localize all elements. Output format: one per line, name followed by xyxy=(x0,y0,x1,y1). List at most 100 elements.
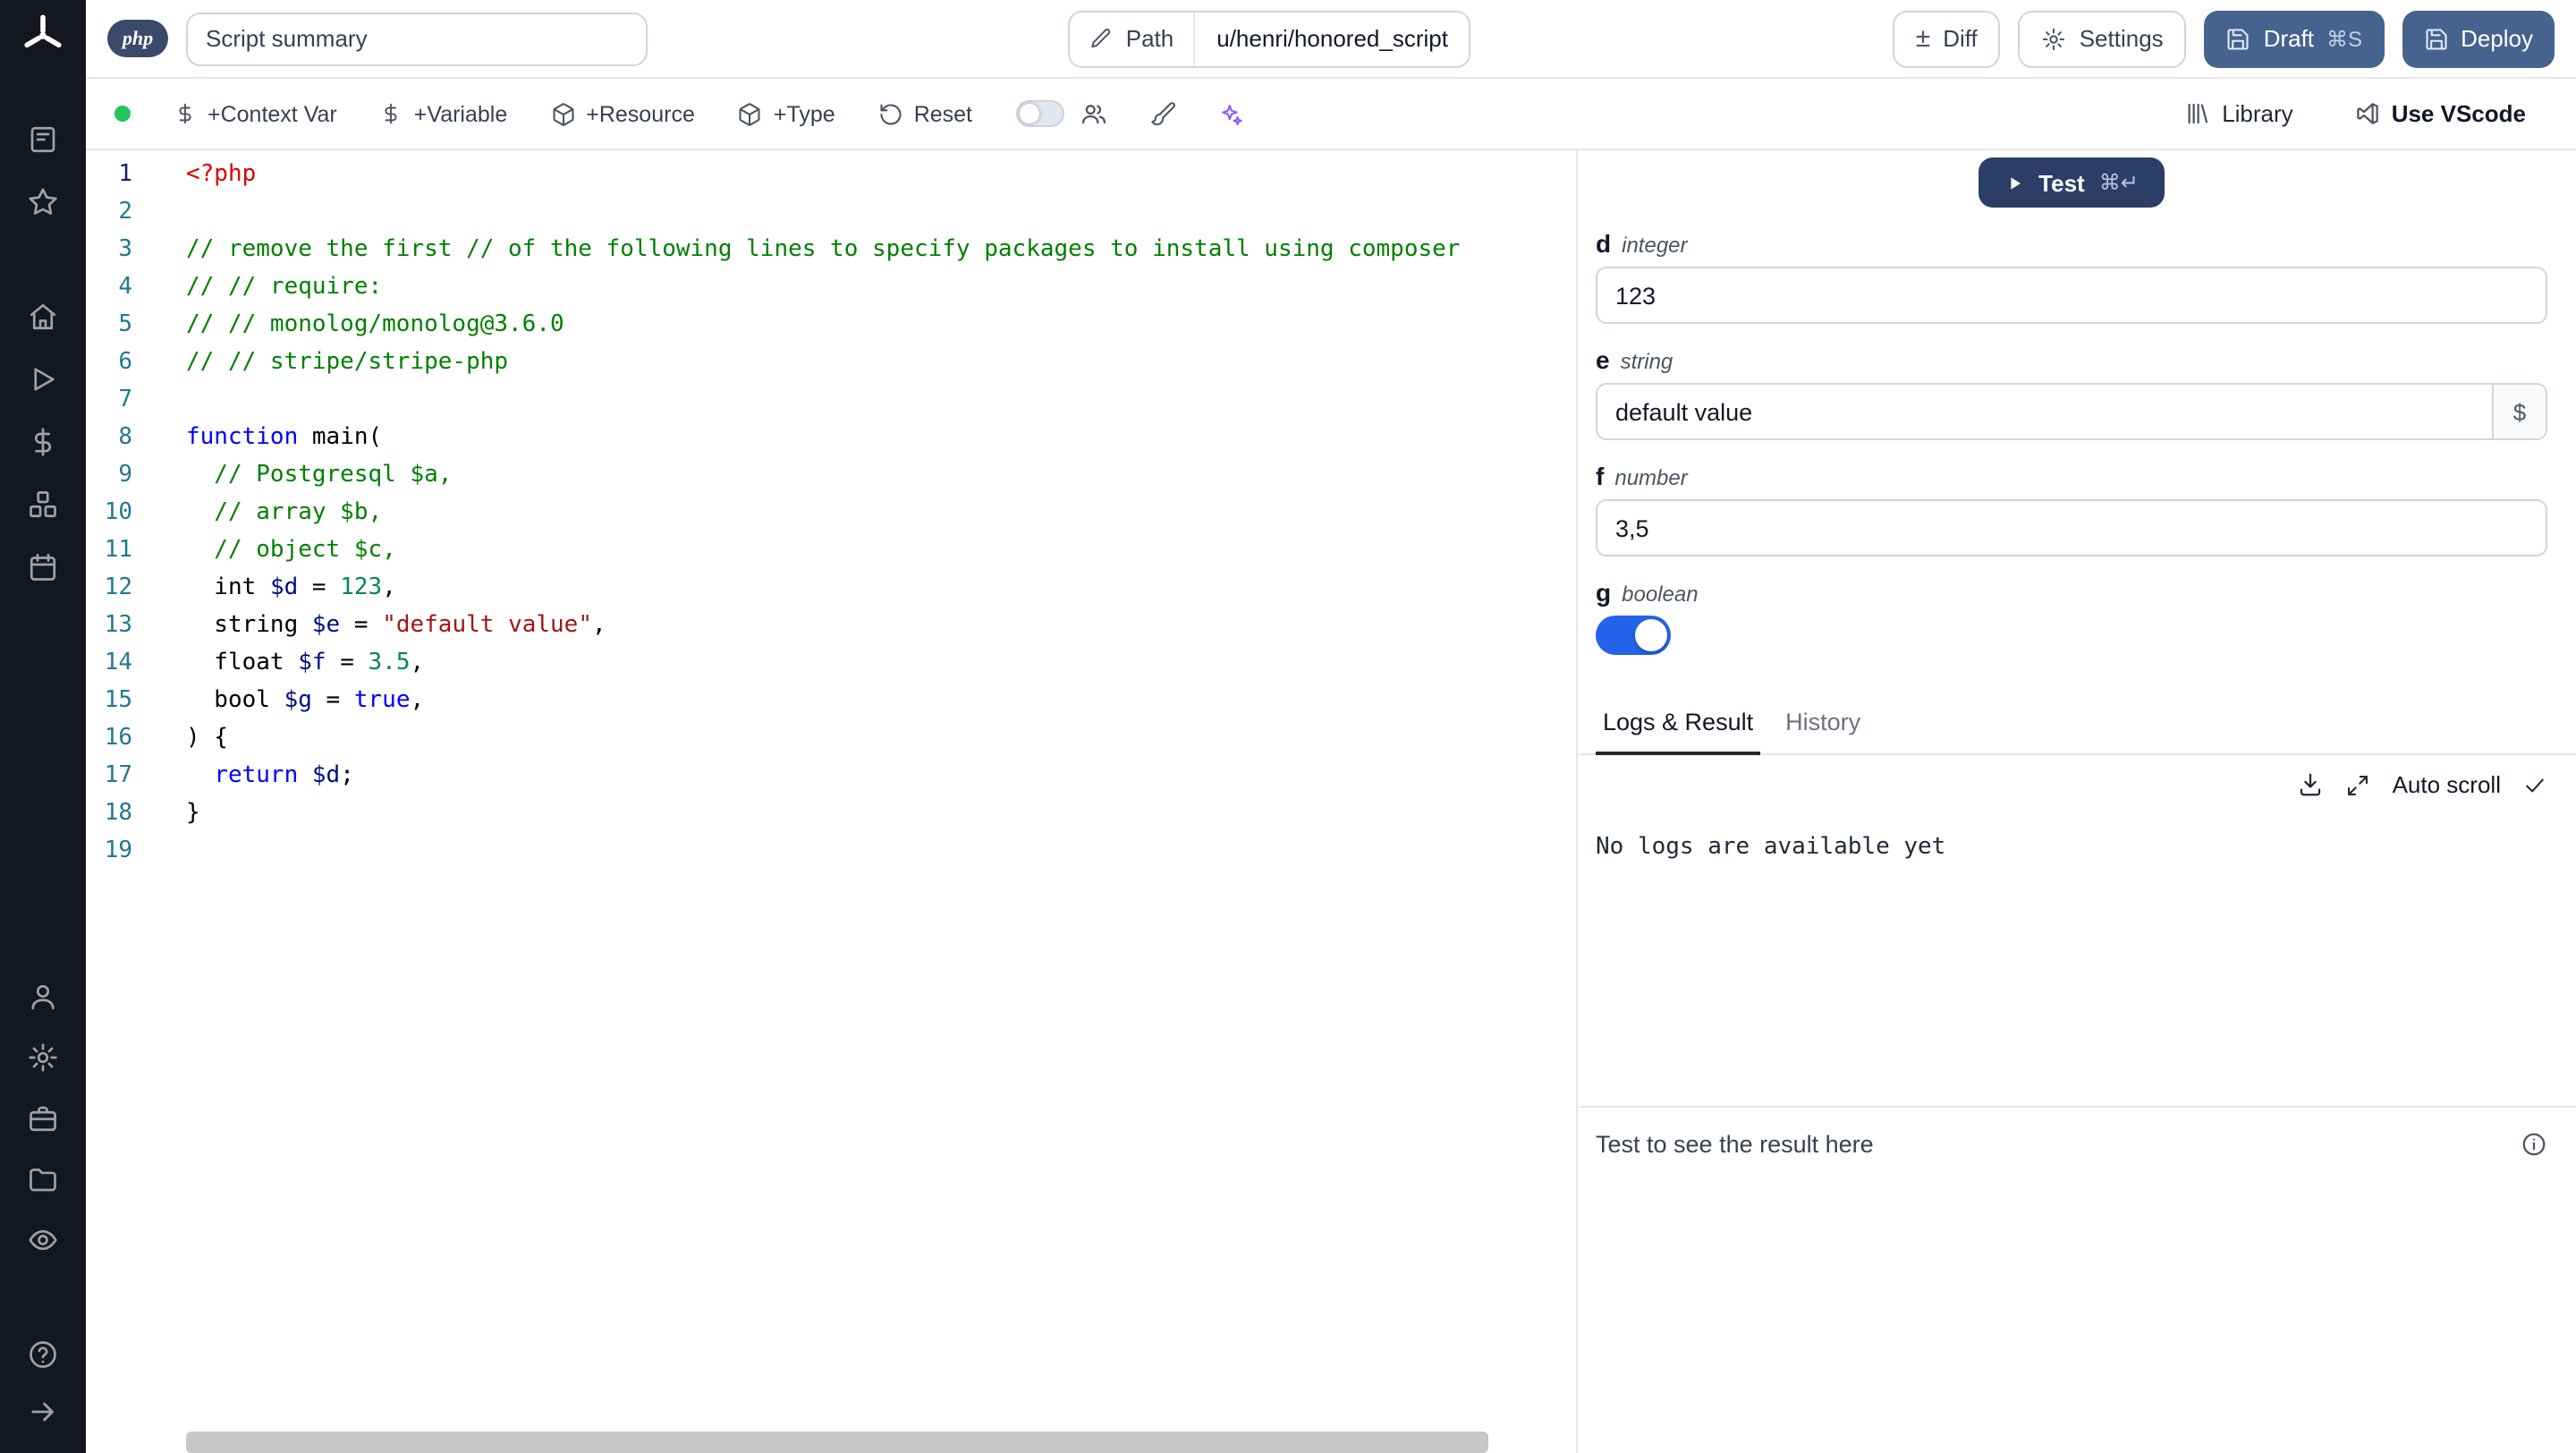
toolbox-icon[interactable] xyxy=(27,1102,59,1134)
download-logs-icon[interactable] xyxy=(2298,771,2325,798)
code-line[interactable]: 14 float $f = 3.5, xyxy=(86,644,1576,682)
info-icon[interactable] xyxy=(2521,1131,2547,1158)
add-context-var-label: +Context Var xyxy=(208,101,337,126)
test-row: Test ⌘↵ xyxy=(1596,157,2547,208)
reset-icon xyxy=(878,101,903,126)
tab-logs-result[interactable]: Logs & Result xyxy=(1596,709,1761,755)
calendar-icon[interactable] xyxy=(27,551,59,583)
gear-icon[interactable] xyxy=(27,1041,59,1074)
status-dot xyxy=(114,106,131,122)
code-line[interactable]: 13 string $e = "default value", xyxy=(86,607,1576,644)
code-line[interactable]: 8 function main( xyxy=(86,419,1576,456)
library-icon xyxy=(2184,100,2211,127)
code-editor[interactable]: 1 <?php 2 3 // remove the first // of the fo… xyxy=(86,150,1578,1453)
line-number: 7 xyxy=(118,387,132,413)
code-line[interactable]: 2 xyxy=(86,193,1576,231)
code-line[interactable]: 3 // remove the first // of the following… xyxy=(86,231,1576,268)
code-line[interactable]: 11 // object $c, xyxy=(86,531,1576,569)
draft-button[interactable]: Draft ⌘S xyxy=(2204,10,2385,67)
logs-result-tabs: Logs & Result History xyxy=(1578,709,2576,755)
play-icon xyxy=(2004,173,2024,192)
test-button[interactable]: Test ⌘↵ xyxy=(1978,157,2165,208)
field-type: boolean xyxy=(1622,582,1699,607)
plus-minus-icon: ± xyxy=(1915,23,1931,54)
content-row: 1 <?php 2 3 // remove the first // of the fo… xyxy=(86,150,2576,1453)
test-shortcut: ⌘↵ xyxy=(2098,170,2139,195)
arrow-right-icon[interactable] xyxy=(27,1396,59,1428)
deploy-button[interactable]: Deploy xyxy=(2402,10,2555,67)
field-type: number xyxy=(1614,465,1688,490)
users-icon[interactable] xyxy=(1080,100,1106,127)
code-text: // // require: xyxy=(186,274,383,301)
eye-icon[interactable] xyxy=(27,1224,59,1256)
code-line[interactable]: 15 bool $g = true, xyxy=(86,682,1576,719)
code-line[interactable]: 9 // Postgresql $a, xyxy=(86,456,1576,494)
field-g-toggle[interactable] xyxy=(1596,616,1671,655)
code-line[interactable]: 7 xyxy=(86,381,1576,419)
user-icon[interactable] xyxy=(27,981,59,1013)
path-edit[interactable]: Path xyxy=(1071,12,1193,65)
code-line[interactable]: 6 // // stripe/stripe-php xyxy=(86,344,1576,381)
home-icon[interactable] xyxy=(27,301,59,333)
brush-icon xyxy=(1149,101,1174,126)
ai-assistant-button[interactable] xyxy=(1217,101,1242,126)
add-context-var-button[interactable]: +Context Var xyxy=(174,101,337,126)
add-variable-button[interactable]: +Variable xyxy=(380,101,507,126)
play-icon[interactable] xyxy=(27,363,59,395)
diff-button[interactable]: ± Diff xyxy=(1892,10,2001,67)
sparkles-icon xyxy=(1217,101,1242,126)
field-f-input[interactable] xyxy=(1596,499,2547,557)
code-line[interactable]: 19 xyxy=(86,832,1576,870)
dollar-icon[interactable] xyxy=(27,426,59,458)
package-icon xyxy=(550,101,575,126)
sidebar-group-bottom xyxy=(27,1338,59,1428)
vscode-icon xyxy=(2354,100,2381,127)
code-line[interactable]: 10 // array $b, xyxy=(86,494,1576,531)
insert-variable-button[interactable]: $ xyxy=(2492,385,2546,438)
code-line[interactable]: 5 // // monolog/monolog@3.6.0 xyxy=(86,306,1576,344)
draft-shortcut: ⌘S xyxy=(2326,26,2363,51)
auto-scroll-check-icon[interactable] xyxy=(2522,772,2547,797)
line-number: 13 xyxy=(104,612,132,639)
auto-scroll-label[interactable]: Auto scroll xyxy=(2393,771,2501,798)
tab-history[interactable]: History xyxy=(1778,709,1868,755)
settings-button[interactable]: Settings xyxy=(2018,10,2187,67)
add-type-label: +Type xyxy=(773,101,835,126)
path-control[interactable]: Path u/henri/honored_script xyxy=(1068,10,1471,67)
toolbar-right: Library Use VScode xyxy=(2184,100,2551,127)
code-line[interactable]: 18} xyxy=(86,794,1576,832)
expand-logs-icon[interactable] xyxy=(2346,772,2371,797)
use-vscode-button[interactable]: Use VScode xyxy=(2354,100,2526,127)
folder-icon[interactable] xyxy=(27,1163,59,1195)
workspace-icon[interactable] xyxy=(27,123,59,156)
reset-button[interactable]: Reset xyxy=(878,101,972,126)
add-type-button[interactable]: +Type xyxy=(738,101,835,126)
add-resource-button[interactable]: +Resource xyxy=(550,101,695,126)
line-number: 4 xyxy=(118,274,132,301)
horizontal-scrollbar[interactable] xyxy=(186,1432,1488,1453)
field-e-input[interactable] xyxy=(1596,383,2547,440)
code-line[interactable]: 17 return $d; xyxy=(86,757,1576,794)
code-line[interactable]: 16) { xyxy=(86,719,1576,757)
path-value[interactable]: u/henri/honored_script xyxy=(1193,12,1470,65)
library-button[interactable]: Library xyxy=(2184,100,2293,127)
help-icon[interactable] xyxy=(27,1338,59,1371)
boxes-icon[interactable] xyxy=(27,489,59,521)
collaboration-toggle[interactable] xyxy=(1015,100,1063,127)
code-line[interactable]: 4 // // require: xyxy=(86,268,1576,306)
field-e-label: e string xyxy=(1596,345,2547,376)
code-text: string $e = "default value", xyxy=(186,612,606,639)
windmill-logo[interactable] xyxy=(20,13,66,59)
star-icon[interactable] xyxy=(27,186,59,218)
line-number: 5 xyxy=(118,311,132,338)
line-number: 15 xyxy=(104,687,132,714)
logs-empty-message: No logs are available yet xyxy=(1596,834,1946,861)
format-code-button[interactable] xyxy=(1149,101,1174,126)
line-number: 10 xyxy=(104,499,132,526)
code-line[interactable]: 1 <?php xyxy=(86,156,1576,193)
summary-input[interactable] xyxy=(186,12,648,65)
field-g: g boolean xyxy=(1596,578,2547,655)
field-d-input[interactable] xyxy=(1596,267,2547,324)
code-text: int $d = 123, xyxy=(186,574,396,601)
code-line[interactable]: 12 int $d = 123, xyxy=(86,569,1576,607)
